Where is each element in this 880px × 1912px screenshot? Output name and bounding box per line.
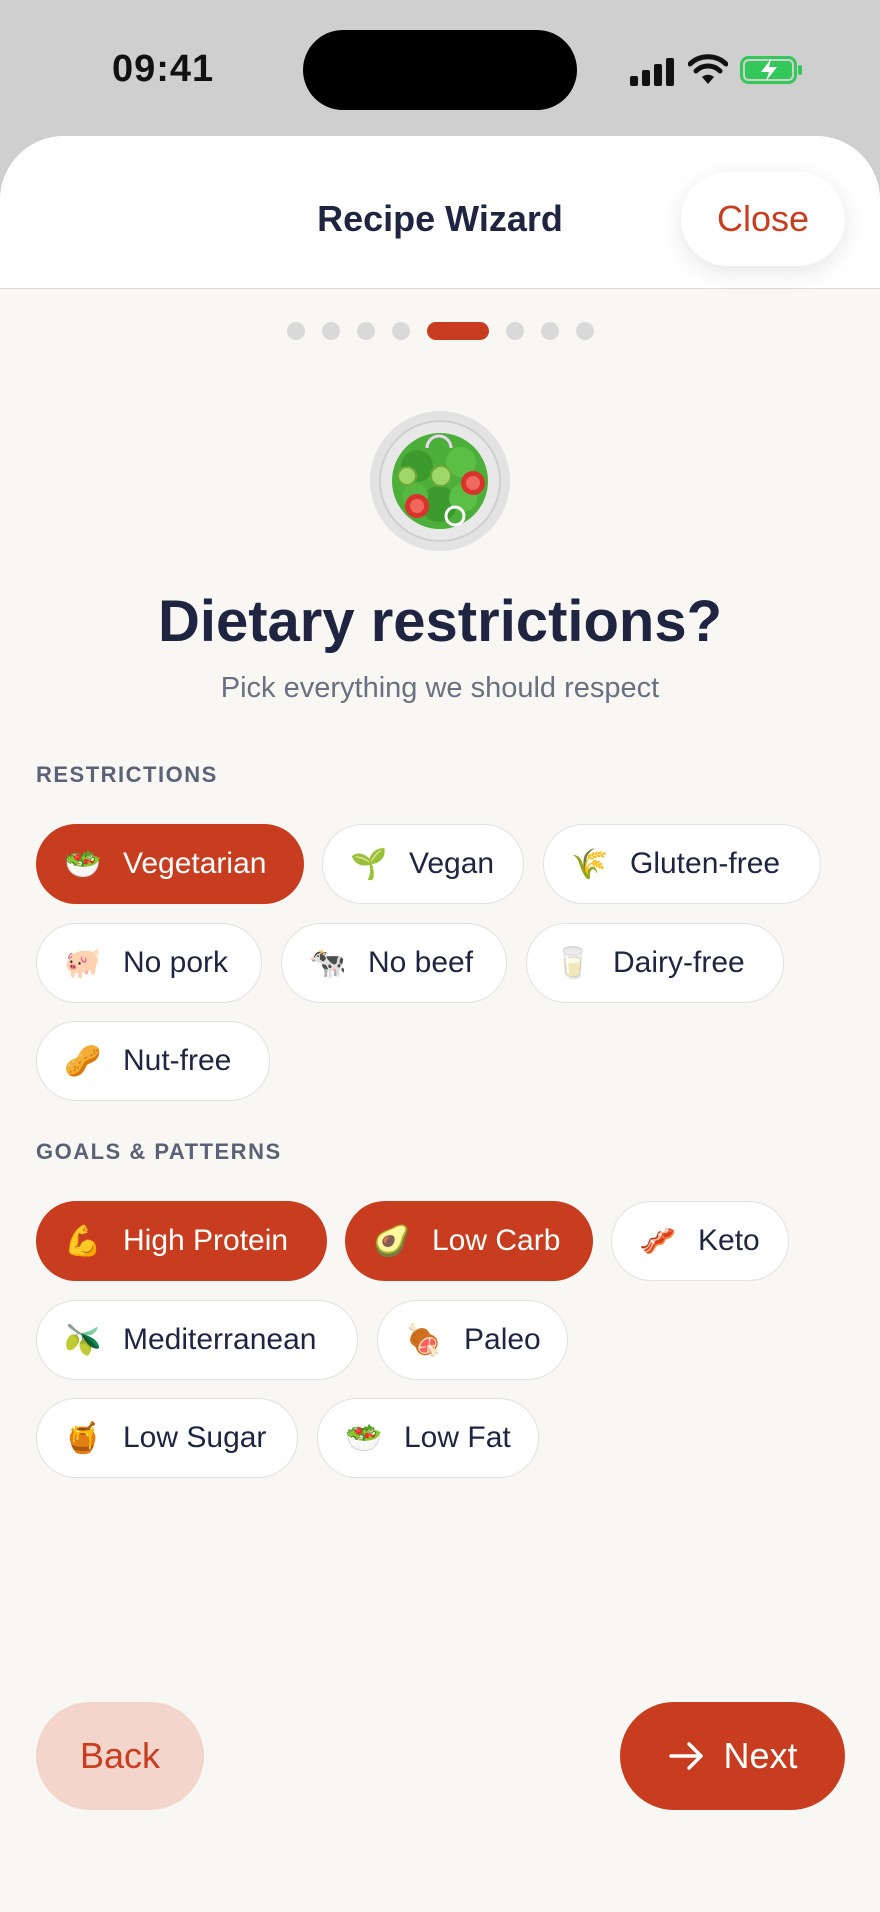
- page-subtitle: Pick everything we should respect: [220, 672, 660, 704]
- cellular-signal-icon: [630, 58, 674, 86]
- chip-label: Gluten-free: [630, 847, 781, 880]
- chip-dairy-free[interactable]: 🥛 Dairy-free: [526, 923, 784, 1003]
- milk-icon: 🥛: [554, 945, 592, 981]
- progress-dot: [322, 322, 340, 340]
- chip-low-sugar[interactable]: 🍯 Low Sugar: [36, 1398, 298, 1478]
- chip-label: Paleo: [464, 1323, 541, 1356]
- progress-dots: [0, 316, 880, 340]
- avocado-icon: 🥑: [373, 1223, 411, 1259]
- next-button[interactable]: Next: [620, 1702, 845, 1810]
- bacon-icon: 🥓: [639, 1223, 677, 1259]
- chip-label: High Protein: [123, 1224, 289, 1257]
- progress-dot: [287, 322, 305, 340]
- progress-dot: [541, 322, 559, 340]
- chip-label: Mediterranean: [123, 1323, 317, 1356]
- pig-icon: 🐖: [64, 945, 102, 981]
- wifi-icon: [688, 54, 728, 84]
- chip-no-beef[interactable]: 🐄 No beef: [281, 923, 507, 1003]
- progress-dot: [357, 322, 375, 340]
- back-button[interactable]: Back: [36, 1702, 204, 1810]
- dynamic-island: [303, 30, 577, 110]
- status-time: 09:41: [112, 48, 215, 90]
- battery-charging-icon: [740, 56, 802, 84]
- page-title: Dietary restrictions?: [157, 589, 723, 654]
- close-button[interactable]: Close: [681, 172, 845, 266]
- chip-vegetarian[interactable]: 🥗 Vegetarian: [36, 824, 304, 904]
- chip-nut-free[interactable]: 🥜 Nut-free: [36, 1021, 270, 1101]
- peanut-icon: 🥜: [64, 1043, 102, 1079]
- chip-label: Dairy-free: [613, 946, 745, 979]
- progress-dot: [506, 322, 524, 340]
- honey-pot-icon: 🍯: [64, 1420, 102, 1456]
- flexed-biceps-icon: 💪: [64, 1223, 102, 1259]
- chip-mediterranean[interactable]: 🫒 Mediterranean: [36, 1300, 358, 1380]
- cow-icon: 🐄: [309, 945, 347, 981]
- salad-icon: 🥗: [345, 1420, 383, 1456]
- progress-dot: [576, 322, 594, 340]
- chip-label: Nut-free: [123, 1044, 232, 1077]
- chip-gluten-free[interactable]: 🌾 Gluten-free: [543, 824, 821, 904]
- section-label-restrictions: RESTRICTIONS: [36, 762, 218, 787]
- chip-low-fat[interactable]: 🥗 Low Fat: [317, 1398, 539, 1478]
- sheet-header: Recipe Wizard Close: [0, 136, 880, 289]
- chip-vegan[interactable]: 🌱 Vegan: [322, 824, 524, 904]
- status-bar: 09:41: [0, 0, 880, 136]
- chip-keto[interactable]: 🥓 Keto: [611, 1201, 789, 1281]
- chip-label: Low Fat: [404, 1421, 511, 1454]
- chip-label: Low Sugar: [123, 1421, 267, 1454]
- meat-on-bone-icon: 🍖: [405, 1322, 443, 1358]
- salad-icon: [370, 411, 510, 551]
- chip-high-protein[interactable]: 💪 High Protein: [36, 1201, 327, 1281]
- chip-label: No pork: [123, 946, 229, 979]
- progress-dot-current: [427, 322, 489, 340]
- chip-no-pork[interactable]: 🐖 No pork: [36, 923, 262, 1003]
- seedling-icon: 🌱: [350, 846, 388, 882]
- chip-label: Keto: [698, 1224, 760, 1257]
- progress-dot: [392, 322, 410, 340]
- chip-label: Vegan: [409, 847, 495, 880]
- next-button-label: Next: [723, 1735, 798, 1776]
- wizard-sheet: Recipe Wizard Close Dietary restrictions…: [0, 136, 880, 1912]
- chip-paleo[interactable]: 🍖 Paleo: [377, 1300, 568, 1380]
- chip-low-carb[interactable]: 🥑 Low Carb: [345, 1201, 593, 1281]
- chip-label: No beef: [368, 946, 474, 979]
- olive-icon: 🫒: [64, 1322, 102, 1358]
- arrow-right-icon: [669, 1742, 704, 1770]
- section-label-goals: GOALS & PATTERNS: [36, 1139, 282, 1164]
- wheat-icon: 🌾: [571, 846, 609, 882]
- salad-icon: 🥗: [64, 846, 102, 882]
- chip-label: Vegetarian: [123, 847, 267, 880]
- chip-label: Low Carb: [432, 1224, 561, 1257]
